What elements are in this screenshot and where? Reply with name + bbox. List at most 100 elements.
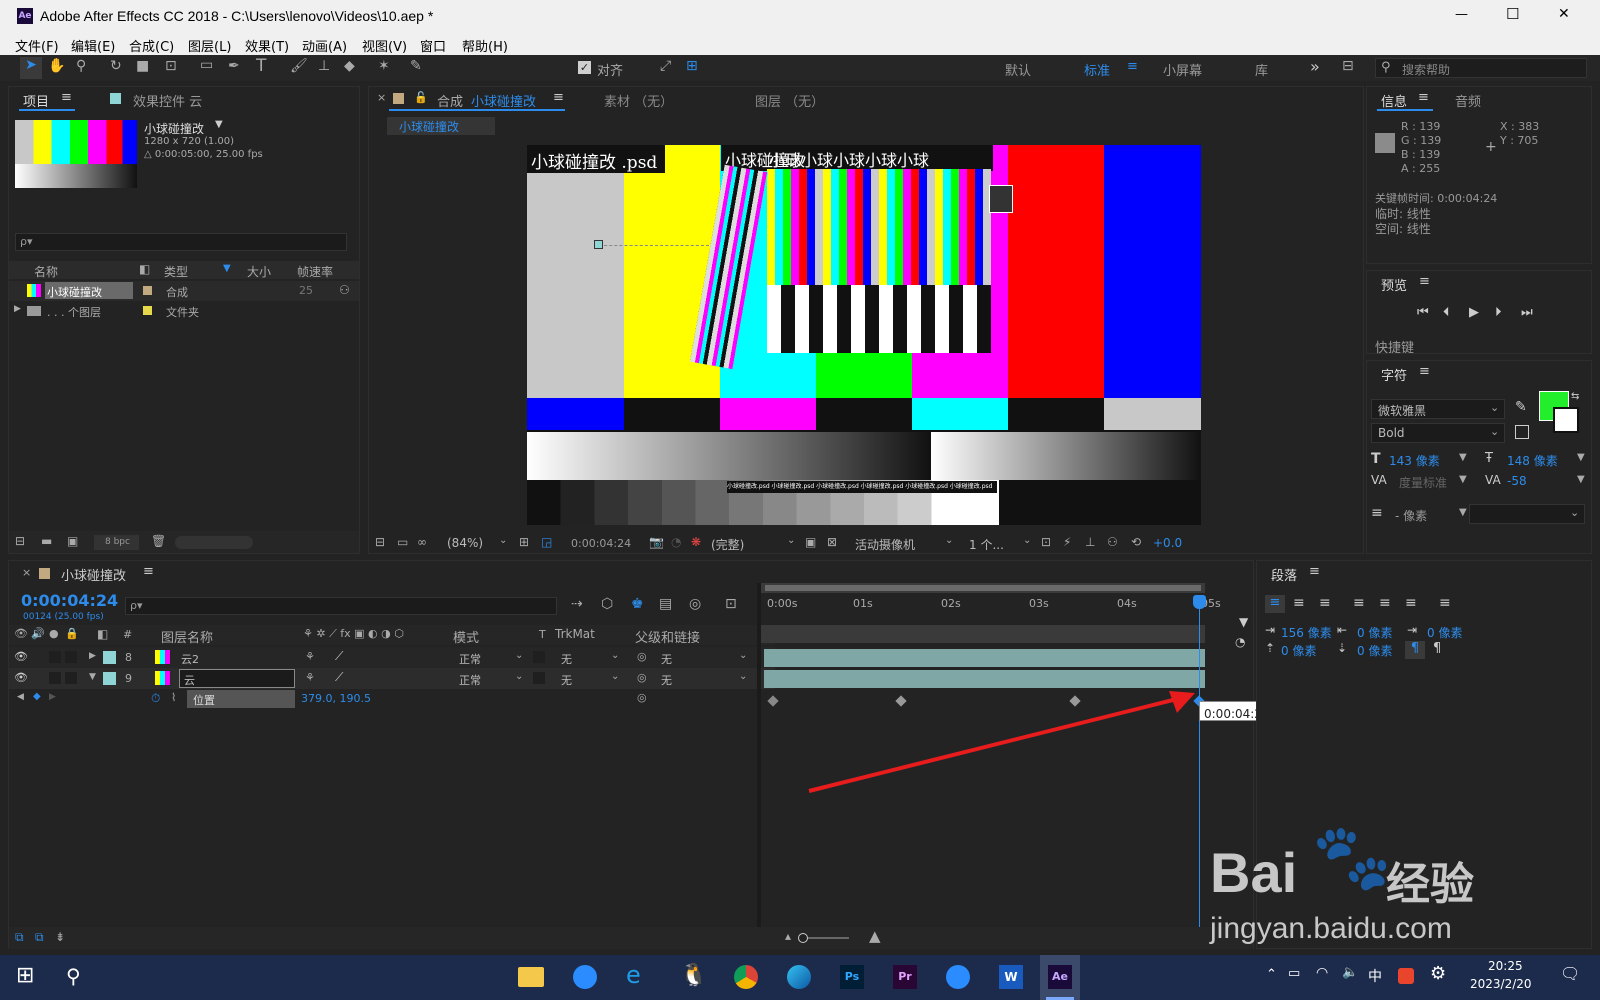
menu-window[interactable]: 窗口 [420, 36, 446, 55]
ae-taskbar-active[interactable]: Ae [1040, 955, 1080, 1000]
rectangle-tool-icon[interactable]: ▭ [200, 57, 213, 73]
edge-legacy-icon[interactable]: e [626, 961, 641, 989]
justify-last-center-icon[interactable]: ≡ [1379, 595, 1391, 611]
prev-frame-icon[interactable]: ⏴ [1443, 305, 1450, 320]
motion-path-start[interactable] [594, 240, 603, 249]
quality-switch-icon[interactable]: ⟋ [335, 649, 343, 664]
expression-pickwhip-icon[interactable]: ◎ [637, 691, 647, 704]
space-before-value[interactable]: 0 像素 [1281, 642, 1316, 659]
justify-last-left-icon[interactable]: ≡ [1353, 595, 1365, 611]
monitor-icon[interactable]: ▭ [397, 535, 408, 549]
reset-exposure-icon[interactable]: ⟲ [1131, 535, 1141, 549]
taskbar-search-icon[interactable]: ⚲ [66, 964, 81, 988]
tab-layer[interactable]: 图层 （无） [755, 91, 824, 110]
no-fill-icon[interactable] [1515, 425, 1529, 439]
show-snapshot-icon[interactable]: ◔ [671, 535, 681, 549]
more-workspaces-button[interactable]: » [1310, 57, 1320, 76]
audio-toggle-icon[interactable]: 🔊 [31, 627, 45, 640]
tab-audio[interactable]: 音频 [1455, 91, 1481, 110]
toggle-pixel-icon[interactable]: ⊡ [1041, 535, 1051, 549]
layer-name[interactable]: 云2 [181, 651, 199, 667]
layer-parent[interactable]: 无 [661, 651, 672, 667]
windows-start-icon[interactable]: ⊞ [16, 963, 34, 988]
folder-expand-icon[interactable]: ▶ [14, 304, 21, 314]
camera-tool-icon[interactable]: ■ [136, 58, 149, 74]
workspace-default[interactable]: 默认 [1005, 60, 1031, 79]
zoom-in-icon[interactable]: ▲ [869, 927, 881, 945]
zoom-tool-icon[interactable]: ⚲ [76, 58, 86, 74]
views-dropdown[interactable]: 1 个... [969, 536, 1004, 553]
close-button[interactable]: ✕ [1558, 6, 1570, 22]
maximize-button[interactable]: ☐ [1506, 5, 1519, 23]
preserve-transparency-box[interactable] [533, 651, 545, 663]
font-size-value[interactable]: 143 像素 [1389, 452, 1440, 469]
help-search-field[interactable]: ⚲ 搜索帮助 [1375, 58, 1587, 78]
next-frame-icon[interactable]: ⏵ [1495, 305, 1502, 320]
expand-timing-icon[interactable]: ⇟ [55, 930, 65, 944]
ime-indicator[interactable]: 中 [1368, 966, 1382, 986]
layer-label-color[interactable] [103, 651, 116, 664]
layer-parent[interactable]: 无 [661, 672, 672, 688]
clone-stamp-tool-icon[interactable]: ⊥ [318, 58, 330, 74]
rotate-tool-icon[interactable]: ↻ [110, 58, 122, 74]
leading-value[interactable]: 148 像素 [1507, 452, 1558, 469]
layer-lock-box[interactable] [65, 651, 77, 663]
timeline-search-input[interactable]: ρ▾ [125, 597, 557, 615]
always-preview-icon[interactable]: ⊟ [375, 535, 385, 549]
video-toggle-icon[interactable]: 👁 [14, 627, 28, 640]
menu-file[interactable]: 文件(F) [15, 36, 59, 55]
rtl-direction-icon[interactable]: ¶ [1433, 641, 1441, 656]
zoom-slider[interactable] [798, 933, 849, 943]
comp-dropdown-icon[interactable]: ▼ [215, 119, 223, 130]
first-frame-icon[interactable]: ⏮ [1417, 305, 1429, 320]
selection-tool-icon[interactable]: ➤ [20, 57, 42, 79]
roi-icon[interactable]: ▣ [805, 535, 816, 549]
layer-mode[interactable]: 正常 [459, 672, 481, 688]
align-left-button[interactable]: ≡ [1265, 595, 1285, 613]
lock-track-icon[interactable]: ◔ [1235, 635, 1245, 649]
edge-icon[interactable] [787, 965, 811, 989]
info-menu-icon[interactable]: ≡ [1418, 90, 1429, 105]
timeline-icon[interactable]: ⊥ [1085, 535, 1095, 549]
ltr-direction-button[interactable]: ¶ [1405, 641, 1425, 659]
pan-behind-tool-icon[interactable]: ⊡ [165, 58, 177, 74]
justify-all-icon[interactable]: ≡ [1439, 595, 1451, 611]
layer-name-edit-box[interactable] [179, 669, 295, 688]
layer-duration-bar[interactable] [764, 649, 1205, 667]
hand-tool-icon[interactable]: ✋ [48, 58, 65, 74]
workspace-standard[interactable]: 标准 [1084, 60, 1110, 79]
snapshot-icon[interactable]: 📷 [649, 535, 664, 549]
font-family-select[interactable]: 微软雅黑 ⌄ [1371, 399, 1505, 419]
layer-visibility-icon[interactable]: 👁 [14, 671, 28, 684]
menu-composition[interactable]: 合成(C) [129, 36, 174, 55]
quark-browser-2-icon[interactable] [946, 965, 970, 989]
eyedropper-icon[interactable]: ✎ [1515, 399, 1527, 415]
puppet-tool-icon[interactable]: ✎ [410, 58, 422, 74]
stopwatch-icon[interactable]: ⏱ [151, 691, 160, 706]
settings-gear-icon[interactable]: ⚙ [1430, 963, 1446, 984]
mask-visibility-icon[interactable]: ◲ [541, 535, 552, 549]
stroke-width-value[interactable]: - 像素 [1395, 507, 1427, 524]
composition-canvas[interactable]: 小球碰撞改 .psd 小球碰撞改 小球小球小球小球小球 小球碰撞改.psd 小球… [527, 145, 1201, 525]
timeline-menu-icon[interactable]: ≡ [143, 564, 154, 579]
col-layer-name[interactable]: 图层名称 [161, 627, 213, 646]
tab-effect-controls[interactable]: 效果控件 云 [133, 91, 202, 110]
expand-switches-icon[interactable]: ⧉ [15, 930, 24, 945]
indent-first-value[interactable]: 0 像素 [1427, 624, 1462, 641]
workspace-library[interactable]: 库 [1255, 60, 1268, 79]
battery-icon[interactable]: ▭ [1288, 966, 1300, 981]
add-keyframe-icon[interactable]: ◆ [33, 691, 41, 702]
interpret-footage-icon[interactable]: ⊟ [15, 534, 25, 548]
align-right-icon[interactable]: ≡ [1319, 595, 1331, 611]
layer-row[interactable]: 👁 ▼ 9 云 ⚘ ⟋ 正常 ⌄ 无 ⌄ ◎ 无 ⌄ [9, 668, 775, 689]
paragraph-menu-icon[interactable]: ≡ [1309, 564, 1320, 579]
shy-layers-icon[interactable]: ♚ [631, 596, 644, 612]
last-frame-icon[interactable]: ⏭ [1521, 305, 1533, 320]
layer-expand-icon[interactable]: ▶ [89, 651, 96, 661]
space-after-value[interactable]: 0 像素 [1357, 642, 1392, 659]
project-panel-menu-icon[interactable]: ≡ [61, 90, 72, 105]
premiere-icon[interactable]: Pr [893, 965, 917, 989]
snap-checkbox[interactable]: ✓ [578, 61, 591, 74]
viewer-timecode[interactable]: 0:00:04:24 [571, 537, 631, 550]
zoom-out-icon[interactable]: ▴ [785, 929, 791, 943]
